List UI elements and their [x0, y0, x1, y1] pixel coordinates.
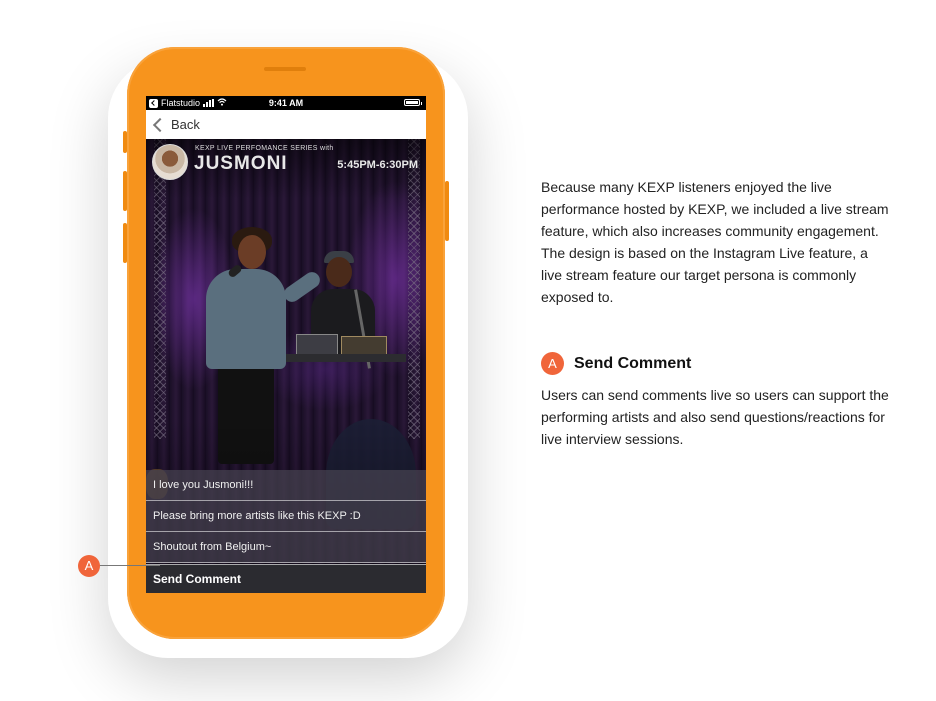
section-badge: A [541, 352, 564, 375]
status-time: 9:41 AM [268, 98, 304, 108]
mic-stand [354, 289, 371, 369]
performer-arm [281, 268, 323, 306]
performer-legs [218, 364, 274, 464]
comment-item: Please bring more artists like this KEXP… [146, 501, 426, 532]
feature-description: Because many KEXP listeners enjoyed the … [541, 179, 889, 305]
performer-hair [232, 227, 272, 253]
show-time: 5:45PM-6:30PM [337, 159, 418, 171]
laptop [296, 334, 338, 356]
annotation-badge: A [78, 555, 100, 577]
back-button[interactable]: Back [171, 117, 200, 132]
dj-desk [286, 354, 406, 362]
send-comment-button[interactable]: Send Comment [146, 564, 426, 593]
volume-up-button [123, 171, 127, 211]
dj-gear [341, 336, 387, 356]
phone-speaker [264, 67, 306, 71]
section-title: Send Comment [574, 354, 692, 372]
status-bar: Flatstudio 9:41 AM [146, 96, 426, 110]
annotation-leader-line [98, 565, 160, 566]
comment-item: I love you Jusmoni!!! [146, 470, 426, 501]
performer-body [206, 269, 286, 369]
volume-down-button [123, 223, 127, 263]
dj-cap [324, 251, 354, 263]
live-header: KEXP LIVE PERFOMANCE SERIES with JUSMONI… [146, 139, 426, 185]
comment-item: Shoutout from Belgium~ [146, 532, 426, 563]
section-body: Users can send comments live so users ca… [541, 387, 889, 447]
artist-avatar[interactable] [152, 144, 188, 180]
comment-list: I love you Jusmoni!!! Please bring more … [146, 470, 426, 563]
dj-body [311, 289, 375, 359]
phone-mockup: Flatstudio 9:41 AM Back KEXP LIVE PERFOM… [123, 47, 449, 639]
dj-head [326, 257, 352, 287]
series-label: KEXP LIVE PERFOMANCE SERIES with [195, 145, 334, 152]
phone-screen: Flatstudio 9:41 AM Back KEXP LIVE PERFOM… [146, 96, 426, 593]
performer-head [238, 235, 266, 269]
battery-icon [404, 99, 422, 106]
artist-name: JUSMONI [194, 153, 288, 174]
power-button [445, 181, 449, 241]
nav-bar: Back [146, 110, 426, 139]
microphone [227, 263, 243, 279]
mute-switch [123, 131, 127, 153]
section-header: A Send Comment [541, 352, 691, 375]
chevron-left-icon[interactable] [152, 117, 168, 132]
